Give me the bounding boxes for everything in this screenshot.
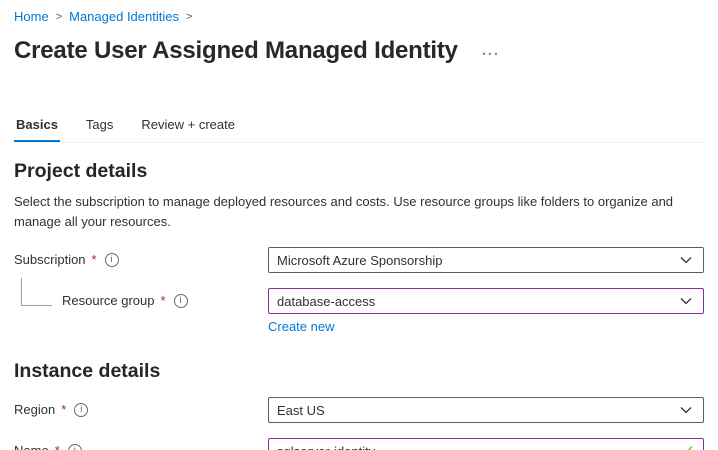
required-asterisk: * — [54, 443, 60, 450]
info-icon[interactable] — [68, 444, 82, 450]
resource-group-row: Resource group * database-access — [14, 288, 704, 314]
tab-review-create[interactable]: Review + create — [139, 117, 237, 142]
page-title: Create User Assigned Managed Identity — [14, 37, 458, 65]
region-value: East US — [277, 403, 325, 418]
name-row: Name * — [14, 438, 704, 450]
breadcrumb: Home > Managed Identities > — [14, 8, 704, 25]
resource-group-connector-line — [21, 278, 52, 306]
tab-tags[interactable]: Tags — [84, 117, 115, 142]
name-field-wrapper — [268, 438, 704, 450]
required-asterisk: * — [160, 293, 166, 308]
instance-details-heading: Instance details — [14, 360, 704, 383]
region-label-text: Region — [14, 402, 55, 417]
subscription-label-text: Subscription — [14, 252, 86, 267]
subscription-value: Microsoft Azure Sponsorship — [277, 253, 442, 268]
name-input[interactable] — [277, 439, 673, 450]
resource-group-dropdown[interactable]: database-access — [268, 288, 704, 314]
resource-group-label: Resource group * — [14, 288, 268, 308]
project-details-description: Select the subscription to manage deploy… — [14, 192, 676, 232]
chevron-down-icon — [679, 255, 693, 265]
page: Home > Managed Identities > Create User … — [0, 0, 718, 450]
create-new-link[interactable]: Create new — [268, 319, 334, 334]
valid-check-icon — [679, 445, 694, 450]
basics-form: Subscription * Microsoft Azure Sponsorshi… — [14, 247, 704, 450]
create-new-row: Create new — [268, 319, 704, 334]
breadcrumb-home-link[interactable]: Home — [14, 9, 49, 24]
resource-group-value: database-access — [277, 294, 375, 309]
tab-bar: Basics Tags Review + create — [14, 117, 704, 143]
region-dropdown[interactable]: East US — [268, 397, 704, 423]
subscription-label: Subscription * — [14, 247, 268, 267]
tab-basics[interactable]: Basics — [14, 117, 60, 142]
more-menu-icon[interactable]: ··· — [482, 50, 500, 60]
project-details-heading: Project details — [14, 160, 704, 183]
info-icon[interactable] — [105, 253, 119, 267]
region-label: Region * — [14, 397, 268, 417]
name-label: Name * — [14, 438, 268, 450]
chevron-down-icon — [679, 405, 693, 415]
region-row: Region * East US — [14, 397, 704, 423]
breadcrumb-separator-icon: > — [56, 10, 62, 23]
info-icon[interactable] — [74, 403, 88, 417]
title-row: Create User Assigned Managed Identity ··… — [14, 34, 704, 67]
required-asterisk: * — [60, 402, 66, 417]
info-icon[interactable] — [174, 294, 188, 308]
chevron-down-icon — [679, 296, 693, 306]
breadcrumb-managed-identities-link[interactable]: Managed Identities — [69, 9, 179, 24]
name-label-text: Name — [14, 443, 49, 450]
breadcrumb-separator-icon: > — [186, 10, 192, 23]
resource-group-label-text: Resource group — [62, 293, 155, 308]
required-asterisk: * — [91, 252, 97, 267]
subscription-dropdown[interactable]: Microsoft Azure Sponsorship — [268, 247, 704, 273]
subscription-row: Subscription * Microsoft Azure Sponsorshi… — [14, 247, 704, 273]
